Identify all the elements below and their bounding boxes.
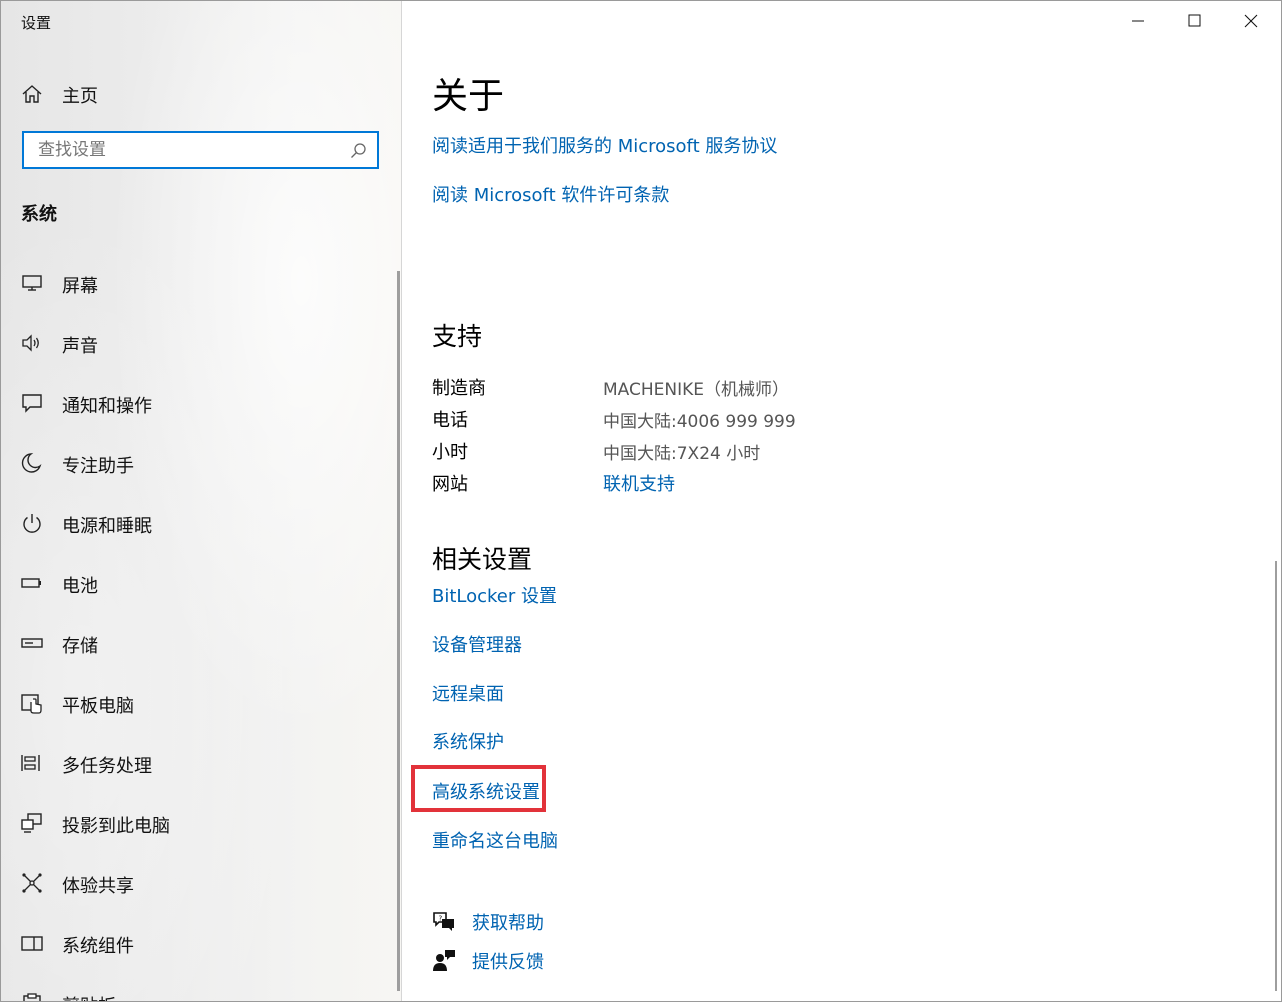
sidebar-item-label: 系统组件: [62, 936, 134, 957]
maximize-icon: [1188, 14, 1201, 27]
minimize-icon: [1132, 20, 1144, 22]
sidebar-item-label: 声音: [62, 336, 98, 357]
website-label: 网站: [432, 474, 468, 495]
hours-label: 小时: [432, 442, 468, 463]
app-title: 设置: [21, 14, 52, 32]
hours-value: 中国大陆:7X24 小时: [603, 444, 761, 464]
sidebar-item-label: 多任务处理: [62, 756, 152, 777]
battery-icon: [21, 578, 41, 588]
search-icon[interactable]: [350, 142, 367, 159]
settings-window: 设置 主页 系统 屏幕: [0, 0, 1282, 1002]
sidebar: 设置 主页 系统 屏幕: [1, 1, 401, 1001]
phone-label: 电话: [432, 410, 468, 431]
bitlocker-settings-link[interactable]: BitLocker 设置: [432, 582, 557, 608]
minimize-button[interactable]: [1111, 1, 1168, 41]
sidebar-nav-list: 屏幕 声音 通知和操作 专注助手 电源和睡眠 电池 存储 平板电脑 多任务处理 …: [1, 253, 397, 1001]
sidebar-item-sound[interactable]: 声音: [1, 313, 397, 373]
close-button[interactable]: [1223, 1, 1280, 41]
system-protection-link[interactable]: 系统保护: [432, 728, 504, 754]
sidebar-item-label: 屏幕: [62, 276, 98, 297]
service-agreement-link[interactable]: 阅读适用于我们服务的 Microsoft 服务协议: [432, 132, 777, 158]
project-icon: [21, 813, 42, 833]
notification-icon: [22, 394, 42, 413]
monitor-icon: [22, 275, 42, 291]
sidebar-item-system-components[interactable]: 系统组件: [1, 913, 397, 973]
main-content: 关于 阅读适用于我们服务的 Microsoft 服务协议 阅读 Microsof…: [402, 1, 1281, 1001]
rename-pc-link[interactable]: 重命名这台电脑: [432, 827, 558, 853]
main-scrollbar[interactable]: [1275, 561, 1277, 991]
phone-value: 中国大陆:4006 999 999: [603, 412, 796, 432]
page-title: 关于: [432, 76, 505, 117]
related-settings-heading: 相关设置: [432, 545, 533, 574]
device-manager-link[interactable]: 设备管理器: [432, 631, 522, 657]
sidebar-item-label: 专注助手: [62, 456, 134, 477]
speaker-icon: [22, 334, 39, 352]
sidebar-item-label: 体验共享: [62, 876, 134, 897]
get-help-label: 获取帮助: [472, 913, 544, 934]
sidebar-item-multitasking[interactable]: 多任务处理: [1, 733, 397, 793]
sidebar-item-label: 电池: [62, 576, 98, 597]
moon-icon: [21, 453, 42, 473]
home-icon: [22, 85, 42, 103]
highlight-box: [411, 765, 546, 812]
sidebar-item-label: 剪贴板: [62, 992, 116, 1001]
support-heading: 支持: [432, 322, 483, 351]
sidebar-scrollbar[interactable]: [397, 271, 400, 991]
license-terms-link[interactable]: 阅读 Microsoft 软件许可条款: [432, 181, 669, 207]
maximize-button[interactable]: [1167, 1, 1224, 41]
manufacturer-label: 制造商: [432, 378, 486, 399]
sidebar-item-clipboard[interactable]: 剪贴板: [1, 973, 397, 1001]
home-nav-item[interactable]: 主页: [1, 73, 401, 113]
feedback-icon: [433, 950, 455, 971]
sidebar-item-battery[interactable]: 电池: [1, 553, 397, 613]
chat-help-icon: ?: [433, 912, 454, 931]
feedback-label: 提供反馈: [472, 952, 544, 973]
components-icon: [21, 936, 43, 951]
sidebar-item-label: 通知和操作: [62, 396, 152, 417]
power-icon: [23, 514, 41, 533]
sidebar-item-label: 投影到此电脑: [62, 816, 170, 837]
sidebar-section-title: 系统: [21, 204, 57, 225]
svg-text:?: ?: [439, 915, 443, 923]
home-label: 主页: [62, 86, 98, 107]
remote-desktop-link[interactable]: 远程桌面: [432, 680, 504, 706]
online-support-link[interactable]: 联机支持: [603, 470, 675, 496]
sidebar-item-label: 平板电脑: [62, 696, 134, 717]
manufacturer-value: MACHENIKE（机械师）: [603, 380, 790, 400]
clipboard-icon: [23, 993, 41, 1001]
multitask-icon: [21, 755, 40, 771]
sidebar-item-focus-assist[interactable]: 专注助手: [1, 433, 397, 493]
sidebar-item-display[interactable]: 屏幕: [1, 253, 397, 313]
sidebar-item-tablet[interactable]: 平板电脑: [1, 673, 397, 733]
sidebar-item-power-sleep[interactable]: 电源和睡眠: [1, 493, 397, 553]
share-icon: [22, 873, 42, 893]
sidebar-item-notifications[interactable]: 通知和操作: [1, 373, 397, 433]
search-box[interactable]: [22, 131, 379, 169]
close-icon: [1244, 14, 1258, 28]
sidebar-item-label: 存储: [62, 636, 98, 657]
sidebar-item-label: 电源和睡眠: [62, 516, 152, 537]
storage-icon: [21, 638, 43, 648]
tablet-icon: [21, 694, 42, 714]
sidebar-item-project[interactable]: 投影到此电脑: [1, 793, 397, 853]
sidebar-item-shared-experiences[interactable]: 体验共享: [1, 853, 397, 913]
search-input[interactable]: [24, 133, 358, 167]
sidebar-item-storage[interactable]: 存储: [1, 613, 397, 673]
